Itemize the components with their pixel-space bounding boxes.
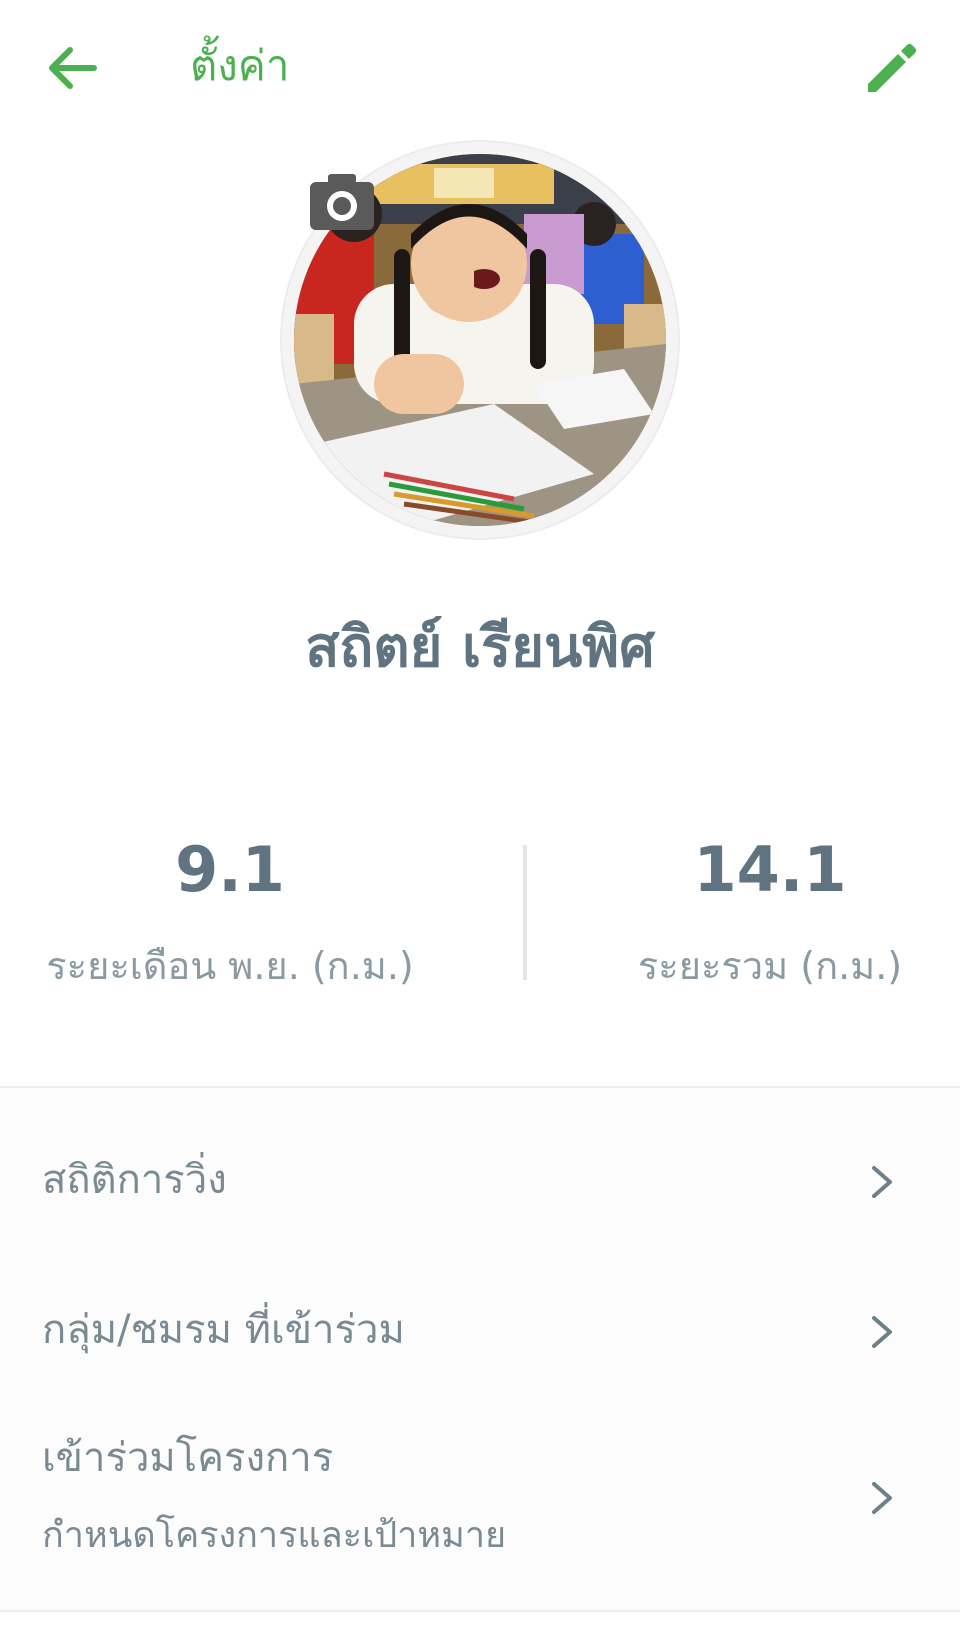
stats-divider <box>523 845 527 980</box>
total-distance-label: ระยะรวม (ก.ม.) <box>637 944 903 988</box>
total-distance-value: 14.1 <box>693 833 847 906</box>
menu-item-label: กลุ่ม/ชมรม ที่เข้าร่วม <box>42 1307 405 1353</box>
divider <box>0 1610 960 1612</box>
monthly-distance-value: 9.1 <box>175 833 285 906</box>
pencil-icon <box>868 43 917 92</box>
total-distance-stat: 14.1 ระยะรวม (ก.ม.) <box>540 830 960 994</box>
chevron-right-icon <box>864 1310 900 1354</box>
back-button[interactable] <box>40 38 104 98</box>
menu-item-sublabel: กำหนดโครงการและเป้าหมาย <box>42 1515 507 1556</box>
arrow-left-icon <box>49 47 97 89</box>
monthly-distance-label: ระยะเดือน พ.ย. (ก.ม.) <box>46 944 414 988</box>
chevron-right-icon <box>864 1476 900 1520</box>
menu-item-joined-groups[interactable]: กลุ่ม/ชมรม ที่เข้าร่วม <box>0 1300 960 1380</box>
chevron-right-icon <box>864 1160 900 1204</box>
profile-name: สถิตย์ เรียนพิศ <box>305 615 655 680</box>
menu-item-label: เข้าร่วมโครงการ <box>42 1435 334 1481</box>
menu-item-running-stats[interactable]: สถิติการวิ่ง <box>0 1150 960 1230</box>
monthly-distance-stat: 9.1 ระยะเดือน พ.ย. (ก.ม.) <box>0 830 460 994</box>
menu-item-join-project[interactable]: เข้าร่วมโครงการ กำหนดโครงการและเป้าหมาย <box>0 1428 960 1568</box>
camera-icon <box>310 174 374 230</box>
page-title: ตั้งค่า <box>190 41 290 90</box>
app-header: ตั้งค่า <box>0 0 960 130</box>
menu-item-label: สถิติการวิ่ง <box>42 1157 227 1203</box>
change-photo-button[interactable] <box>306 168 378 236</box>
edit-profile-button[interactable] <box>858 38 922 102</box>
